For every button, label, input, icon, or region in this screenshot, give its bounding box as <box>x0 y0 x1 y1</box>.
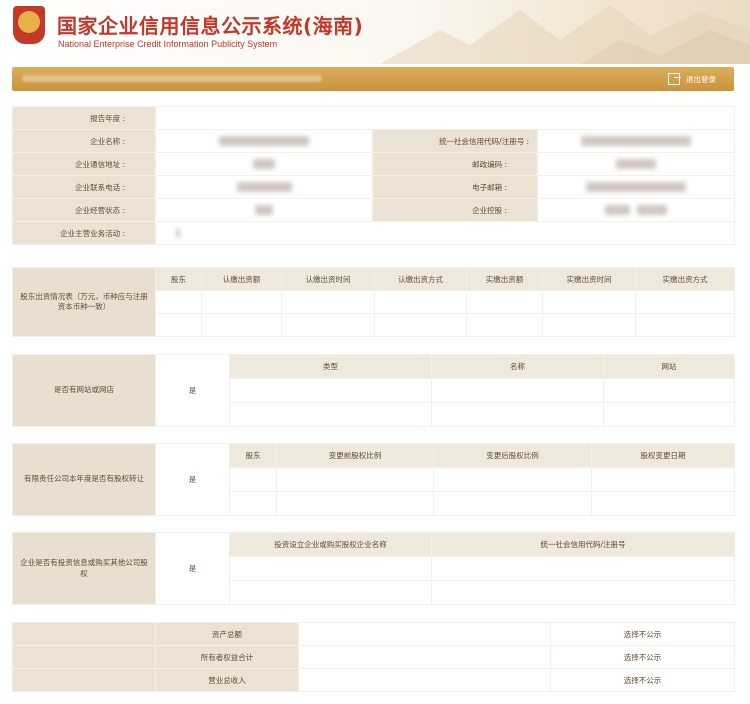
main-business-label: 企业主营业务活动 : <box>12 221 156 245</box>
column-header: 认缴出资额 <box>201 267 282 291</box>
holding-label: 企业控股 : <box>372 198 538 222</box>
equity-transfer-answer: 是 <box>155 443 230 516</box>
logout-icon <box>668 73 681 85</box>
table-header-row: 有限责任公司本年度是否有股权转让 是 股东 变更前股权比例 变更后股权比例 股权… <box>12 443 735 516</box>
email-label: 电子邮箱 : <box>372 175 538 199</box>
report-year-label: 报告年度 : <box>12 106 156 130</box>
site-title-english: National Enterprise Credit Information P… <box>58 39 278 49</box>
holding-value <box>536 198 736 222</box>
company-name-label: 企业名称 : <box>12 129 156 153</box>
column-header: 网站 <box>603 354 735 379</box>
table-row: 企业通信地址 : 邮政编码 : <box>12 152 736 176</box>
report-year-value <box>154 106 736 130</box>
basic-info-table: 报告年度 : 企业名称 : 统一社会信用代码/注册号 : 企业通信地址 : 邮政… <box>12 106 736 245</box>
owner-equity-status: 选择不公示 <box>550 645 735 669</box>
column-header: 认缴出资时间 <box>281 267 375 291</box>
table-row: 营业总收入 选择不公示 <box>12 668 735 692</box>
header-decoration-image <box>380 5 750 64</box>
column-header: 股权变更日期 <box>591 443 735 468</box>
address-value <box>155 152 373 176</box>
site-header: 国家企业信用信息公示系统(海南) National Enterprise Cre… <box>0 0 750 64</box>
column-header: 认缴出资方式 <box>374 267 467 291</box>
column-header: 股东 <box>155 267 202 291</box>
table-row: 企业经营状态 : 企业控股 : <box>12 198 736 222</box>
equity-investment-row-label: 企业是否有投资信息或购买其他公司股权 <box>12 532 156 605</box>
column-header: 变更前股权比例 <box>276 443 434 468</box>
logout-button[interactable]: 退出登录 <box>668 72 716 86</box>
total-revenue-label: 营业总收入 <box>155 668 299 692</box>
postcode-label: 邮政编码 : <box>372 152 538 176</box>
phone-value <box>155 175 373 199</box>
credit-code-value <box>536 129 736 153</box>
website-answer: 是 <box>155 354 230 427</box>
company-name-value <box>155 129 373 153</box>
equity-transfer-row-label: 有限责任公司本年度是否有股权转让 <box>12 443 156 516</box>
table-header-row: 是否有网站或网店 是 类型 名称 网站 <box>12 354 735 427</box>
table-row: 企业联系电话 : 电子邮箱 : <box>12 175 736 199</box>
main-business-value <box>154 221 736 245</box>
assets-table: 资产总额 选择不公示 所有者权益合计 选择不公示 营业总收入 选择不公示 <box>12 622 735 692</box>
equity-investment-answer: 是 <box>155 532 230 605</box>
column-header: 类型 <box>229 354 432 379</box>
table-row: 所有者权益合计 选择不公示 <box>12 645 735 669</box>
table-header-row: 企业是否有投资信息或购买其他公司股权 是 投资设立企业或购买股权企业名称 统一社… <box>12 532 735 605</box>
column-header: 实缴出资额 <box>466 267 543 291</box>
column-header: 股东 <box>229 443 277 468</box>
website-table: 是否有网站或网店 是 类型 名称 网站 <box>12 354 735 427</box>
column-header: 实缴出资方式 <box>635 267 735 291</box>
total-assets-status: 选择不公示 <box>550 622 735 646</box>
table-row: 企业名称 : 统一社会信用代码/注册号 : <box>12 129 736 153</box>
owner-equity-label: 所有者权益合计 <box>155 645 299 669</box>
total-revenue-status: 选择不公示 <box>550 668 735 692</box>
nav-bar: 退出登录 <box>12 67 734 91</box>
table-header-row: 股东出资情况表（万元，币种应与注册资本币种一致） 股东 认缴出资额 认缴出资时间… <box>12 267 735 337</box>
table-row: 资产总额 选择不公示 <box>12 622 735 646</box>
national-emblem-logo <box>13 6 45 44</box>
column-header: 变更后股权比例 <box>433 443 592 468</box>
status-label: 企业经营状态 : <box>12 198 156 222</box>
site-title: 国家企业信用信息公示系统(海南) <box>57 14 364 38</box>
phone-label: 企业联系电话 : <box>12 175 156 199</box>
website-row-label: 是否有网站或网店 <box>12 354 156 427</box>
table-row: 企业主营业务活动 : <box>12 221 736 245</box>
logout-label: 退出登录 <box>686 74 716 84</box>
address-label: 企业通信地址 : <box>12 152 156 176</box>
column-header: 名称 <box>431 354 604 379</box>
equity-transfer-table: 有限责任公司本年度是否有股权转让 是 股东 变更前股权比例 变更后股权比例 股权… <box>12 443 735 516</box>
equity-investment-table: 企业是否有投资信息或购买其他公司股权 是 投资设立企业或购买股权企业名称 统一社… <box>12 532 735 605</box>
investment-row-label: 股东出资情况表（万元，币种应与注册资本币种一致） <box>12 267 156 337</box>
credit-code-label: 统一社会信用代码/注册号 : <box>372 129 538 153</box>
column-header: 统一社会信用代码/注册号 <box>431 532 735 557</box>
status-value <box>155 198 373 222</box>
shareholder-investment-table: 股东出资情况表（万元，币种应与注册资本币种一致） 股东 认缴出资额 认缴出资时间… <box>12 267 735 337</box>
column-header: 实缴出资时间 <box>542 267 636 291</box>
table-row: 报告年度 : <box>12 106 736 130</box>
email-value <box>536 175 736 199</box>
postcode-value <box>536 152 736 176</box>
total-assets-label: 资产总额 <box>155 622 299 646</box>
column-header: 投资设立企业或购买股权企业名称 <box>229 532 432 557</box>
blurred-nav-text <box>22 75 322 82</box>
